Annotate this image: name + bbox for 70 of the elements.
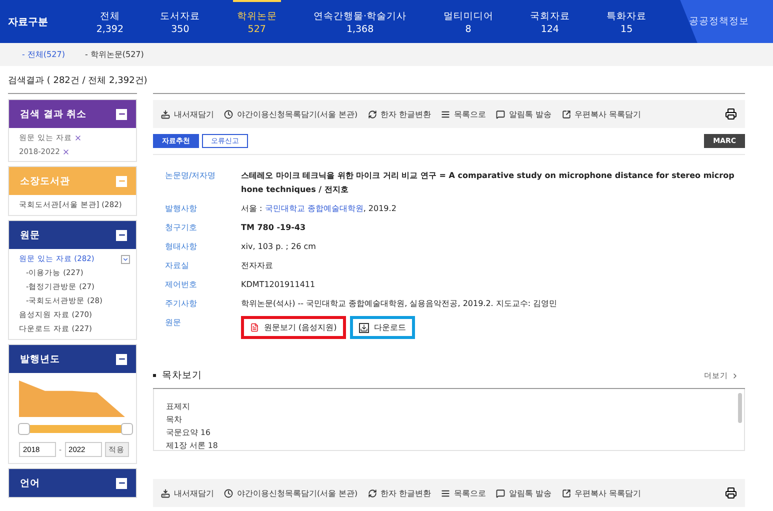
filter-title: 원문 [20,228,40,242]
category-tab[interactable]: 국회자료 124 [526,0,574,43]
list-icon [441,110,450,118]
filter-header[interactable]: 원문 [9,221,136,249]
field-label: 제어번호 [165,279,198,291]
chat-icon [496,110,506,118]
publisher-link[interactable]: 국민대학교 종합예술대학원 [264,204,364,213]
refresh-icon [368,488,377,498]
year-range-slider[interactable] [18,423,133,435]
scrollbar-thumb[interactable] [738,393,742,423]
slider-handle[interactable] [18,423,30,435]
clock-icon [224,488,233,498]
field-text: 서울 : [241,204,264,213]
bullet-icon [153,374,156,377]
category-tab[interactable]: 연속간행물·학술기사 1,368 [310,0,411,43]
field-value: 전자자료 [241,260,273,272]
field-value: KDMT1201911411 [241,279,316,291]
filter-title: 발행년도 [20,352,60,366]
field-value: xiv, 103 p. ; 26 cm [241,241,316,253]
result-summary: 검색결과 ( 282건 / 전체 2,392건) [8,76,148,86]
field-value: 스테레오 마이크 테크닉을 위한 마이크 거리 비교 연구 = A comparative study on microphone distance for stereo microphone techniques / 전지호 [241,170,735,196]
field-label: 논문명/저자명 [165,170,217,182]
field-label: 형태사항 [165,241,198,253]
export-icon [562,488,571,498]
view-original-button[interactable]: 원문보기 (음성지원) [241,316,346,339]
filter-title: 언어 [20,476,40,490]
clock-icon [224,110,233,118]
expand-toggle-icon[interactable] [121,254,130,264]
printer-icon [725,487,737,499]
field-label: 주기사항 [165,298,198,310]
download-button[interactable]: 다운로드 [350,316,415,339]
category-tab[interactable]: 전체 2,392 [92,0,128,43]
category-label: 자료구분 [7,16,49,30]
print-button[interactable] [725,487,737,499]
export-icon [562,110,571,118]
field-text: , 2019.2 [363,204,396,213]
filter-title: 검색 결과 취소 [20,108,87,120]
list-icon [441,488,450,498]
toc-title: 목차보기 [162,369,202,382]
filter-header[interactable]: 언어 [9,469,136,497]
remove-icon[interactable] [74,134,82,142]
field-label: 청구기호 [165,222,198,234]
slider-handle[interactable] [121,423,133,435]
pdf-icon [250,323,259,332]
download-icon [358,322,369,332]
tray-icon [161,488,170,498]
collapse-icon[interactable] [116,230,127,240]
filter-header[interactable]: 검색 결과 취소 [9,100,136,128]
filter-title: 소장도서관 [20,174,70,188]
category-tab[interactable]: 도서자료 350 [156,0,204,43]
tray-icon [161,110,170,118]
collapse-icon[interactable] [116,478,127,488]
subcategory-link[interactable]: - 전체(527) [22,49,65,60]
field-label: 발행사항 [165,203,198,215]
category-tab[interactable]: 특화자료 15 [602,0,651,43]
chat-icon [496,488,506,498]
field-label: 자료실 [165,260,190,272]
printer-icon [725,108,737,120]
chevron-right-icon [731,372,739,380]
field-value: TM 780 -19-43 [241,222,306,234]
field-value: 학위논문(석사) -- 국민대학교 종합예술대학원, 실용음악전공, 2019.2. 지도교수: 김영민 [241,298,558,310]
category-tab[interactable]: 멀티미디어 8 [439,0,498,43]
print-button[interactable] [725,108,737,120]
filter-header[interactable]: 발행년도 [9,345,136,373]
collapse-icon[interactable] [116,108,127,120]
field-label: 원문 [165,317,182,329]
refresh-icon [368,110,377,118]
subcategory-link[interactable]: - 학위논문(527) [84,49,144,60]
collapse-icon[interactable] [116,354,127,364]
remove-icon[interactable] [62,148,70,156]
